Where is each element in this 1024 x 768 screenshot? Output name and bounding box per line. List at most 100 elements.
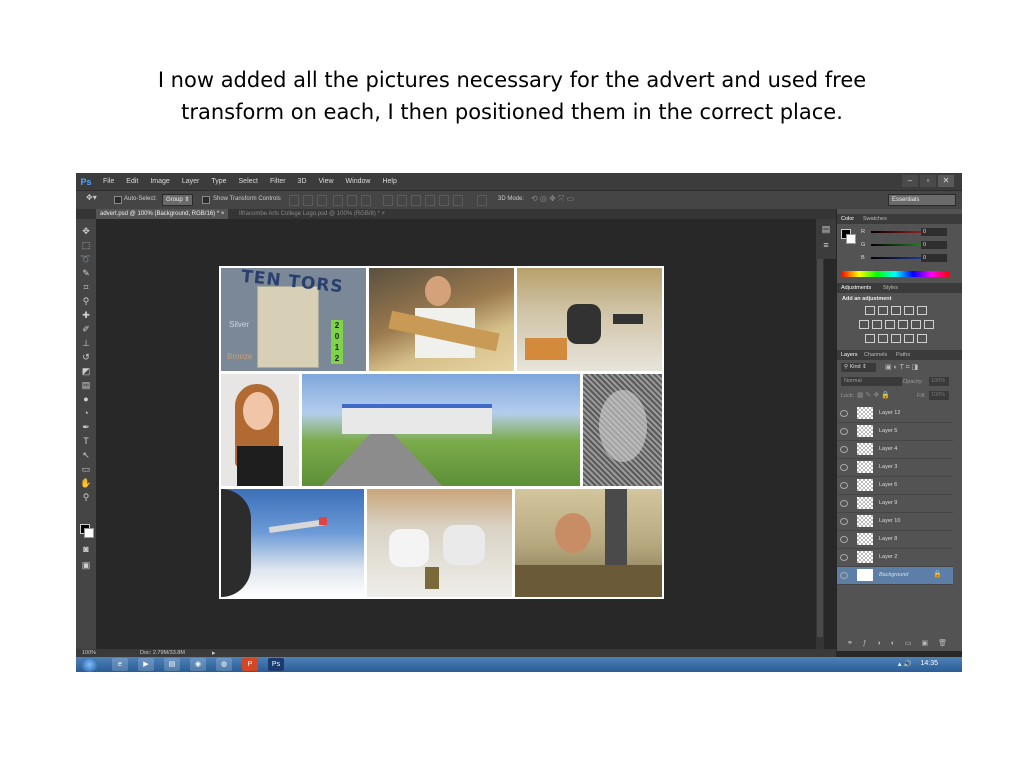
- opacity-field[interactable]: 100%: [929, 377, 949, 386]
- menu-3d[interactable]: 3D: [292, 173, 313, 190]
- show-transform-checkbox[interactable]: [202, 196, 210, 204]
- menu-view[interactable]: View: [313, 173, 340, 190]
- r-value[interactable]: 0: [921, 228, 947, 236]
- visibility-eye-icon[interactable]: [840, 518, 848, 525]
- photoshop-taskbar-icon[interactable]: Ps: [268, 658, 284, 671]
- visibility-eye-icon[interactable]: [840, 428, 848, 435]
- close-tab-icon[interactable]: ×: [221, 211, 225, 217]
- menu-window[interactable]: Window: [340, 173, 377, 190]
- shape-tool-icon[interactable]: ▭: [80, 463, 92, 475]
- menu-filter[interactable]: Filter: [264, 173, 292, 190]
- curves-icon[interactable]: [891, 306, 901, 315]
- tab-color[interactable]: Color: [841, 216, 854, 222]
- blur-tool-icon[interactable]: ●: [80, 393, 92, 405]
- kind-filter[interactable]: ⚲ Kind ⇕: [841, 363, 876, 372]
- tab-logo[interactable]: Ilfracombe Arts College Logo.psd @ 100% …: [235, 209, 389, 219]
- screen-mode-icon[interactable]: ▣: [80, 559, 92, 571]
- history-brush-tool-icon[interactable]: ↺: [80, 351, 92, 363]
- lasso-tool-icon[interactable]: ➰: [80, 253, 92, 265]
- tab-adjustments[interactable]: Adjustments: [841, 285, 871, 291]
- background-color-swatch[interactable]: [84, 528, 94, 538]
- align-top-icon[interactable]: [289, 195, 299, 206]
- quick-mask-icon[interactable]: ◙: [80, 543, 92, 555]
- photo-filter-icon[interactable]: [898, 320, 908, 329]
- gradient-map-icon[interactable]: [904, 334, 914, 343]
- lock-icons[interactable]: ▦ ✎ ✥ 🔒: [857, 391, 890, 399]
- start-button[interactable]: [81, 657, 98, 672]
- menu-image[interactable]: Image: [144, 173, 175, 190]
- tab-paths[interactable]: Paths: [896, 352, 910, 358]
- history-panel-icon[interactable]: ▤: [820, 223, 832, 235]
- stamp-tool-icon[interactable]: ⊥: [80, 337, 92, 349]
- tab-advert[interactable]: advert.psd @ 100% (Background, RGB/16) *…: [96, 209, 229, 219]
- restore-button[interactable]: ▫: [920, 175, 936, 187]
- healing-tool-icon[interactable]: ✚: [80, 309, 92, 321]
- tab-swatches[interactable]: Swatches: [863, 216, 887, 222]
- distribute-left-icon[interactable]: [425, 195, 435, 206]
- distribute-middle-icon[interactable]: [397, 195, 407, 206]
- media-player-icon[interactable]: ▶: [138, 658, 154, 671]
- close-tab-icon[interactable]: ×: [382, 211, 386, 217]
- align-left-icon[interactable]: [333, 195, 343, 206]
- brush-tool-icon[interactable]: ✐: [80, 323, 92, 335]
- gradient-tool-icon[interactable]: ▤: [80, 379, 92, 391]
- close-button[interactable]: ✕: [938, 175, 954, 187]
- visibility-eye-icon[interactable]: [840, 536, 848, 543]
- tab-styles[interactable]: Styles: [883, 285, 898, 291]
- layer-row-background[interactable]: Background 🔒: [837, 567, 953, 585]
- menu-help[interactable]: Help: [376, 173, 402, 190]
- visibility-eye-icon[interactable]: [840, 410, 848, 417]
- minimize-button[interactable]: –: [902, 175, 918, 187]
- menu-layer[interactable]: Layer: [176, 173, 206, 190]
- tray-icons[interactable]: ▴ 🔊: [898, 660, 912, 668]
- status-menu-arrow-icon[interactable]: ▸: [212, 649, 216, 657]
- threshold-icon[interactable]: [891, 334, 901, 343]
- tab-layers[interactable]: Layers: [841, 352, 858, 358]
- layer-row[interactable]: Layer 4: [837, 441, 953, 459]
- tab-channels[interactable]: Channels: [864, 352, 887, 358]
- layer-row[interactable]: Layer 3: [837, 459, 953, 477]
- visibility-eye-icon[interactable]: [840, 482, 848, 489]
- eyedropper-tool-icon[interactable]: ⚲: [80, 295, 92, 307]
- exposure-icon[interactable]: [904, 306, 914, 315]
- color-balance-icon[interactable]: [872, 320, 882, 329]
- layer-footer-icons[interactable]: ⚭ ƒ ◑ ◐ ▭ ▣ 🗑: [847, 639, 951, 647]
- move-tool-icon[interactable]: ✥: [80, 225, 92, 237]
- crop-tool-icon[interactable]: ⌗: [80, 281, 92, 293]
- type-tool-icon[interactable]: T: [80, 435, 92, 447]
- vertical-scrollbar[interactable]: [816, 219, 824, 649]
- dodge-tool-icon[interactable]: ◔: [80, 407, 92, 419]
- menu-file[interactable]: File: [97, 173, 120, 190]
- color-spectrum[interactable]: [841, 271, 949, 277]
- quick-select-tool-icon[interactable]: ✎: [80, 267, 92, 279]
- powerpoint-icon[interactable]: P: [242, 658, 258, 671]
- layer-row[interactable]: Layer 6: [837, 477, 953, 495]
- brightness-icon[interactable]: [865, 306, 875, 315]
- levels-icon[interactable]: [878, 306, 888, 315]
- channel-mixer-icon[interactable]: [911, 320, 921, 329]
- align-middle-icon[interactable]: [303, 195, 313, 206]
- properties-panel-icon[interactable]: ≡: [820, 239, 832, 251]
- path-select-tool-icon[interactable]: ↖: [80, 449, 92, 461]
- layer-row[interactable]: Layer 2: [837, 549, 953, 567]
- ie-icon[interactable]: e: [112, 658, 128, 671]
- canvas-area[interactable]: TEN TORS Silver Bronze 2 0 1 2: [97, 219, 816, 649]
- firefox-icon[interactable]: ◍: [216, 658, 232, 671]
- distribute-top-icon[interactable]: [383, 195, 393, 206]
- 3d-mode-icons[interactable]: ⟲ ◎ ✥ ⤧ ▭: [531, 194, 574, 204]
- bg-color-chip[interactable]: [846, 234, 856, 244]
- b-value[interactable]: 0: [921, 254, 947, 262]
- zoom-tool-icon[interactable]: ⚲: [80, 491, 92, 503]
- align-center-icon[interactable]: [347, 195, 357, 206]
- visibility-eye-icon[interactable]: [840, 572, 848, 579]
- color-lookup-icon[interactable]: [924, 320, 934, 329]
- invert-icon[interactable]: [865, 334, 875, 343]
- blend-mode-dropdown[interactable]: Normal: [841, 377, 902, 386]
- distribute-center-icon[interactable]: [439, 195, 449, 206]
- g-value[interactable]: 0: [921, 241, 947, 249]
- advert-document[interactable]: TEN TORS Silver Bronze 2 0 1 2: [219, 266, 664, 599]
- visibility-eye-icon[interactable]: [840, 446, 848, 453]
- pen-tool-icon[interactable]: ✒: [80, 421, 92, 433]
- layer-row[interactable]: Layer 12: [837, 405, 953, 423]
- auto-align-icon[interactable]: [477, 195, 487, 206]
